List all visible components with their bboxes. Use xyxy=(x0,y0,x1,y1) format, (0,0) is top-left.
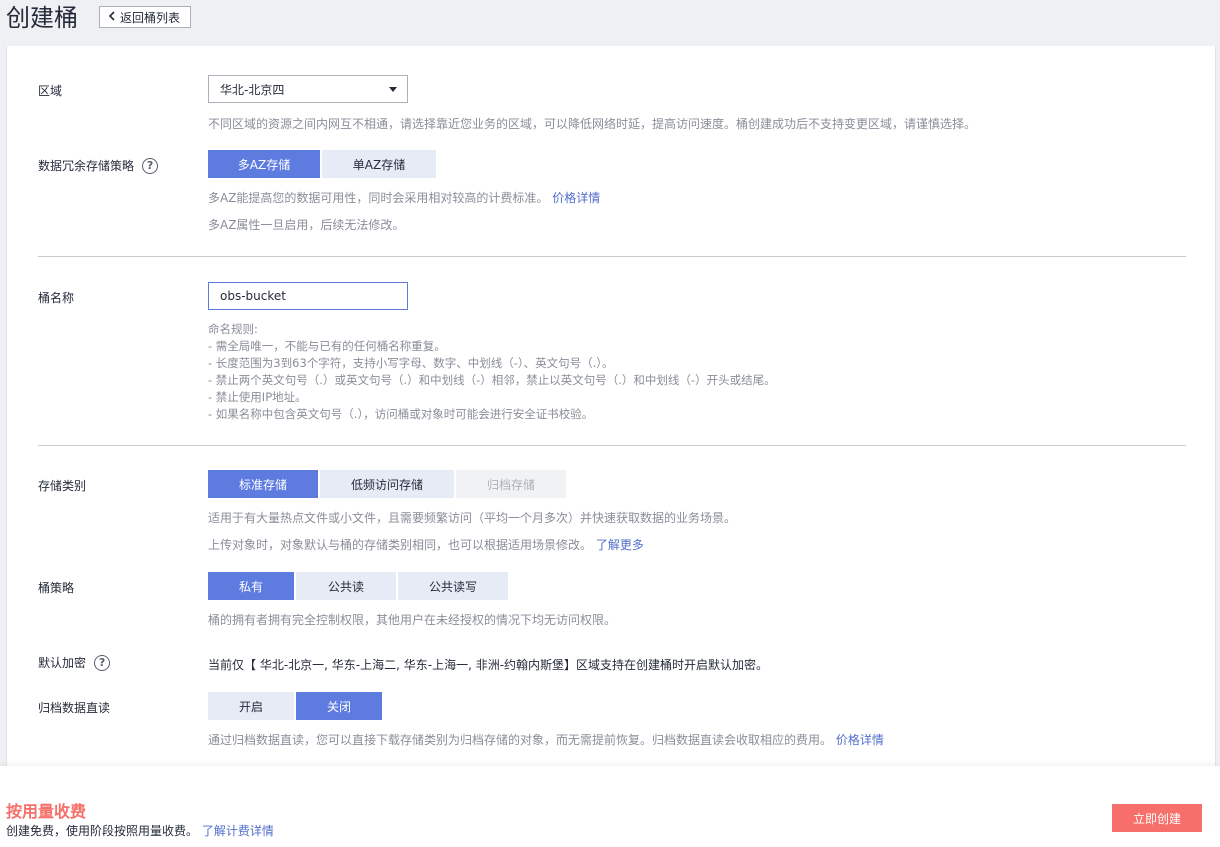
storage-class-hint-2-text: 上传对象时，对象默认与桶的存储类别相同，也可以根据适用场景修改。 xyxy=(208,538,593,552)
option-standard-storage[interactable]: 标准存储 xyxy=(208,470,318,498)
archive-read-label: 归档数据直读 xyxy=(38,699,110,716)
naming-rule: - 需全局唯一，不能与已有的任何桶名称重复。 xyxy=(208,339,446,353)
naming-rule: - 长度范围为3到63个字符，支持小写字母、数字、中划线（-）、英文句号（.）。 xyxy=(208,356,614,370)
option-public-read[interactable]: 公共读 xyxy=(296,572,396,600)
caret-down-icon xyxy=(389,87,397,92)
section-divider xyxy=(38,445,1186,446)
billing-details-link[interactable]: 了解计费详情 xyxy=(202,824,274,838)
naming-rules: 命名规则: - 需全局唯一，不能与已有的任何桶名称重复。 - 长度范围为3到63… xyxy=(208,321,776,423)
bucket-name-label: 桶名称 xyxy=(38,289,74,306)
redundancy-hint-text: 多AZ能提高您的数据可用性，同时会采用相对较高的计费标准。 xyxy=(208,191,549,205)
billing-mode-title: 按用量收费 xyxy=(6,802,87,821)
chevron-left-icon xyxy=(108,10,116,24)
bucket-policy-hint: 桶的拥有者拥有完全控制权限，其他用户在未经授权的情况下均无访问权限。 xyxy=(208,613,617,627)
help-icon[interactable]: ? xyxy=(94,654,111,671)
learn-more-link[interactable]: 了解更多 xyxy=(596,538,644,552)
region-select[interactable]: 华北-北京四 xyxy=(208,75,408,103)
option-multi-az[interactable]: 多AZ存储 xyxy=(208,150,320,178)
bucket-policy-toggle-group: 私有 公共读 公共读写 xyxy=(208,572,508,600)
page-header: 创建桶 返回桶列表 xyxy=(0,0,1220,46)
region-select-value: 华北-北京四 xyxy=(220,82,285,97)
bucket-name-label-text: 桶名称 xyxy=(38,291,75,305)
option-archive-read-on[interactable]: 开启 xyxy=(208,692,294,720)
help-icon[interactable]: ? xyxy=(142,157,159,174)
bucket-name-input[interactable]: obs-bucket xyxy=(208,282,408,310)
option-archive-storage: 归档存储 xyxy=(456,470,566,498)
region-label: 区域 xyxy=(38,82,62,99)
encryption-label-text: 默认加密 xyxy=(38,656,87,670)
archive-read-label-text: 归档数据直读 xyxy=(38,701,111,715)
archive-read-hint-text: 通过归档数据直读，您可以直接下载存储类别为归档存储的对象，而无需提前恢复。归档数… xyxy=(208,733,833,747)
bucket-policy-label: 桶策略 xyxy=(38,579,74,596)
storage-class-toggle-group: 标准存储 低频访问存储 归档存储 xyxy=(208,470,566,498)
redundancy-label-text: 数据冗余存储策略 xyxy=(38,159,135,173)
redundancy-label: 数据冗余存储策略 ? xyxy=(38,157,159,174)
archive-price-details-link[interactable]: 价格详情 xyxy=(836,733,884,747)
option-private[interactable]: 私有 xyxy=(208,572,294,600)
naming-rule: - 如果名称中包含英文句号（.），访问桶或对象时可能会进行安全证书校验。 xyxy=(208,407,594,421)
option-infrequent-access-storage[interactable]: 低频访问存储 xyxy=(320,470,454,498)
page-title: 创建桶 xyxy=(6,4,78,32)
naming-rule: - 禁止两个英文句号（.）或英文句号（.）和中划线（-）相邻，禁止以英文句号（.… xyxy=(208,373,776,387)
redundancy-hint-2: 多AZ属性一旦启用，后续无法修改。 xyxy=(208,218,405,232)
naming-rule: 命名规则: xyxy=(208,322,258,336)
footer-bar: 按用量收费 创建免费，使用阶段按照用量收费。 了解计费详情 立即创建 xyxy=(0,766,1220,847)
option-archive-read-off[interactable]: 关闭 xyxy=(296,692,382,720)
region-hint: 不同区域的资源之间内网互不相通，请选择靠近您业务的区域，可以降低网络时延，提高访… xyxy=(208,117,977,131)
option-public-read-write[interactable]: 公共读写 xyxy=(398,572,508,600)
bucket-policy-label-text: 桶策略 xyxy=(38,581,75,595)
naming-rule: - 禁止使用IP地址。 xyxy=(208,390,307,404)
storage-class-label: 存储类别 xyxy=(38,477,86,494)
encryption-label: 默认加密 ? xyxy=(38,654,111,671)
storage-class-label-text: 存储类别 xyxy=(38,479,87,493)
create-now-button[interactable]: 立即创建 xyxy=(1112,804,1202,832)
archive-read-hint: 通过归档数据直读，您可以直接下载存储类别为归档存储的对象，而无需提前恢复。归档数… xyxy=(208,731,884,748)
redundancy-toggle-group: 多AZ存储 单AZ存储 xyxy=(208,150,436,178)
archive-read-toggle-group: 开启 关闭 xyxy=(208,692,382,720)
redundancy-hint: 多AZ能提高您的数据可用性，同时会采用相对较高的计费标准。 价格详情 xyxy=(208,189,600,206)
billing-description-text: 创建免费，使用阶段按照用量收费。 xyxy=(6,824,199,838)
billing-description: 创建免费，使用阶段按照用量收费。 了解计费详情 xyxy=(6,822,274,839)
option-single-az[interactable]: 单AZ存储 xyxy=(322,150,436,178)
price-details-link[interactable]: 价格详情 xyxy=(552,191,600,205)
encryption-note: 当前仅【 华北-北京一, 华东-上海二, 华东-上海一, 非洲-约翰内斯堡】区域… xyxy=(208,658,769,672)
storage-class-hint-2: 上传对象时，对象默认与桶的存储类别相同，也可以根据适用场景修改。 了解更多 xyxy=(208,536,644,553)
back-button-label: 返回桶列表 xyxy=(120,10,181,25)
section-divider xyxy=(38,256,1186,257)
region-label-text: 区域 xyxy=(38,84,63,98)
back-to-bucket-list-button[interactable]: 返回桶列表 xyxy=(99,6,192,28)
storage-class-hint: 适用于有大量热点文件或小文件，且需要频繁访问（平均一个月多次）并快速获取数据的业… xyxy=(208,511,737,525)
